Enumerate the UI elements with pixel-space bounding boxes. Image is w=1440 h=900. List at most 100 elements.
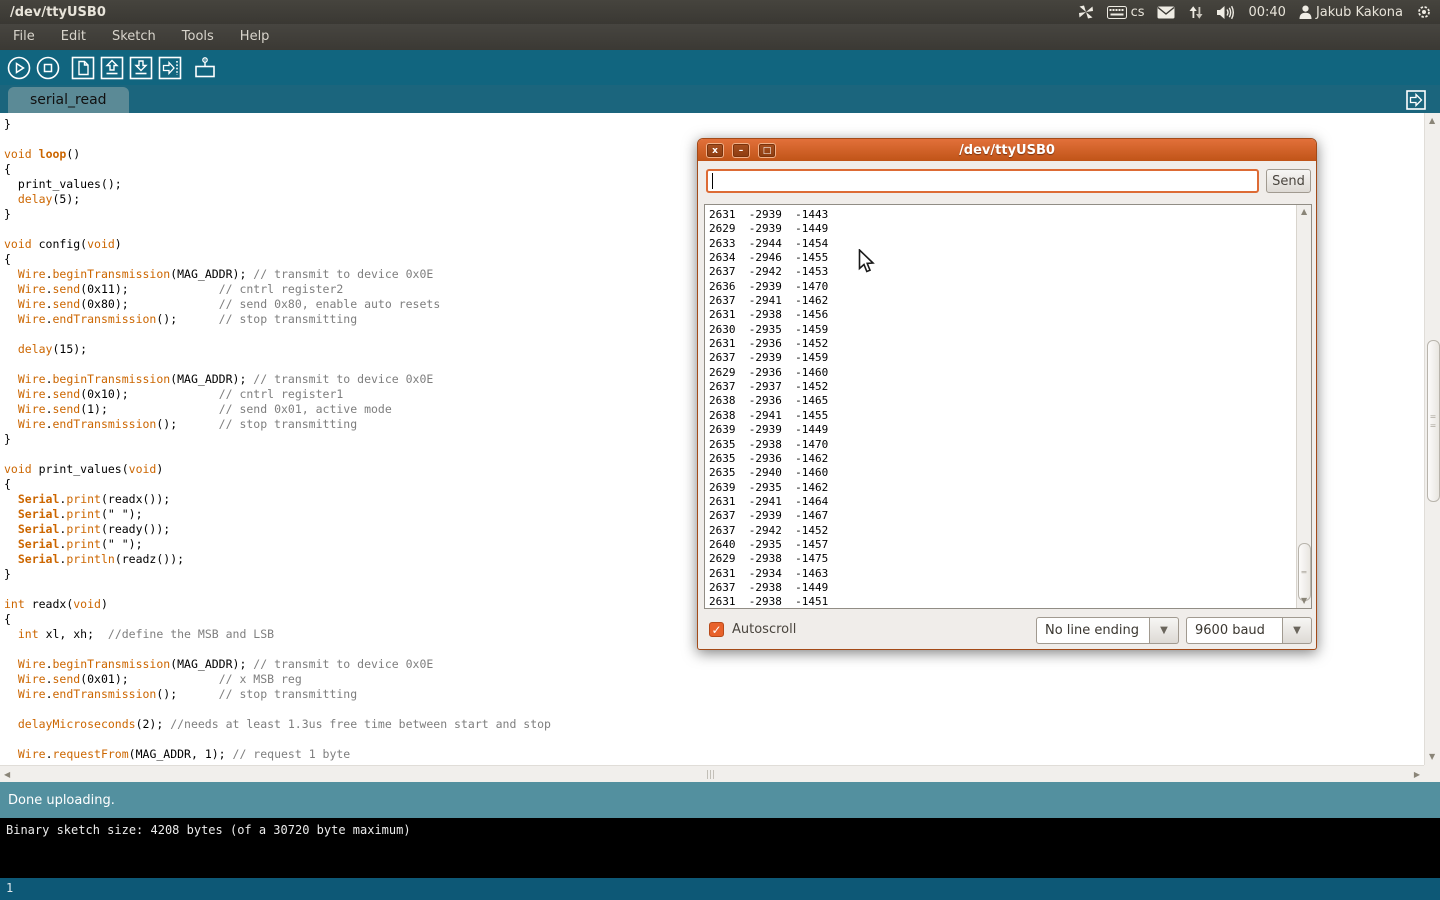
serial-monitor-window: x – □ /dev/ttyUSB0 Send 2631 -2939 -1443… — [697, 138, 1317, 650]
serial-line: 2637 -2942 -1453 — [709, 265, 828, 279]
window-title: /dev/ttyUSB0 — [0, 5, 106, 20]
serial-line: 2638 -2941 -1455 — [709, 409, 828, 423]
serial-line: 2639 -2939 -1449 — [709, 423, 828, 437]
line-number-strip: 1 — [0, 878, 1440, 900]
code-line: delayMicroseconds(2); //needs at least 1… — [4, 717, 1424, 732]
save-button[interactable] — [127, 54, 155, 82]
system-tray: cs 00:40 Jakub Kakona — [1078, 4, 1440, 20]
scroll-up-arrow-icon[interactable]: ▲ — [1301, 208, 1307, 216]
open-button[interactable] — [98, 54, 126, 82]
send-button[interactable]: Send — [1266, 169, 1311, 193]
text-caret — [712, 173, 713, 189]
chevron-down-icon[interactable]: ▼ — [1150, 617, 1179, 644]
keyboard-icon — [1107, 6, 1127, 19]
serial-line: 2640 -2935 -1457 — [709, 538, 828, 552]
tab-menu-arrow-icon[interactable] — [1406, 90, 1426, 110]
scroll-right-arrow-icon[interactable]: ▶ — [1414, 771, 1420, 779]
verify-icon — [6, 55, 32, 81]
upload-icon — [158, 56, 182, 80]
editor-horizontal-scrollbar[interactable]: ◀ ||| ▶ — [0, 765, 1424, 782]
stop-icon — [35, 55, 61, 81]
verify-button[interactable] — [5, 54, 33, 82]
serial-line: 2637 -2937 -1452 — [709, 380, 828, 394]
scroll-left-arrow-icon[interactable]: ◀ — [4, 771, 10, 779]
menu-help[interactable]: Help — [227, 24, 283, 50]
serial-line: 2631 -2939 -1443 — [709, 208, 828, 222]
clock[interactable]: 00:40 — [1248, 5, 1285, 20]
keyboard-layout[interactable]: cs — [1107, 5, 1145, 20]
maximize-icon[interactable]: □ — [758, 143, 776, 158]
open-icon — [100, 56, 124, 80]
scroll-down-arrow-icon[interactable]: ▼ — [1429, 753, 1435, 761]
serial-line: 2631 -2938 -1456 — [709, 308, 828, 322]
upload-button[interactable] — [156, 54, 184, 82]
minimize-icon[interactable]: – — [732, 143, 750, 158]
serial-line: 2639 -2935 -1462 — [709, 481, 828, 495]
editor-vertical-scrollbar[interactable]: ▲ = = ▼ — [1424, 113, 1440, 765]
menu-edit[interactable]: Edit — [48, 24, 99, 50]
toolbar — [0, 50, 1440, 85]
line-ending-value[interactable]: No line ending — [1036, 617, 1150, 644]
serial-line: 2635 -2936 -1462 — [709, 452, 828, 466]
code-line: } — [4, 117, 1424, 132]
console-text: Binary sketch size: 4208 bytes (of a 307… — [6, 823, 411, 837]
mail-icon[interactable] — [1157, 6, 1175, 19]
code-line: Wire.send(0x01); // x MSB reg — [4, 672, 1424, 687]
send-button-label: Send — [1272, 174, 1305, 189]
serial-line: 2631 -2938 -1451 — [709, 595, 828, 609]
menu-file[interactable]: File — [0, 24, 48, 50]
serial-line: 2638 -2936 -1465 — [709, 394, 828, 408]
horizontal-scrollbar-grip[interactable]: ||| — [706, 770, 715, 780]
system-panel: /dev/ttyUSB0 cs 00:40 Jakub Kakona — [0, 0, 1440, 24]
tab-serial-read[interactable]: serial_read — [8, 87, 129, 113]
serial-line: 2629 -2938 -1475 — [709, 552, 828, 566]
serial-line: 2636 -2939 -1470 — [709, 280, 828, 294]
code-line: Wire.requestFrom(MAG_ADDR, 1); // reques… — [4, 747, 1424, 762]
scroll-down-arrow-icon[interactable]: ▼ — [1301, 597, 1307, 605]
updown-arrows-icon[interactable] — [1188, 5, 1203, 20]
menu-sketch[interactable]: Sketch — [99, 24, 169, 50]
code-line — [4, 732, 1424, 747]
user-icon — [1299, 5, 1312, 19]
serial-input-field[interactable] — [706, 169, 1259, 193]
pinwheel-icon[interactable] — [1078, 4, 1094, 20]
build-console: Binary sketch size: 4208 bytes (of a 307… — [0, 818, 1440, 878]
serial-output-area[interactable]: 2631 -2939 -14432629 -2939 -14492633 -29… — [704, 204, 1312, 609]
autoscroll-checkbox[interactable]: ✓ — [709, 622, 724, 637]
save-icon — [129, 56, 153, 80]
user-menu[interactable]: Jakub Kakona — [1299, 5, 1403, 20]
tab-label: serial_read — [30, 92, 107, 108]
power-icon[interactable] — [1416, 4, 1432, 20]
close-icon[interactable]: x — [706, 143, 724, 158]
serial-line: 2637 -2939 -1467 — [709, 509, 828, 523]
serial-monitor-titlebar[interactable]: x – □ /dev/ttyUSB0 — [698, 139, 1316, 161]
baud-rate-dropdown[interactable]: 9600 baud ▼ — [1186, 617, 1312, 644]
chevron-down-icon[interactable]: ▼ — [1283, 617, 1312, 644]
volume-icon[interactable] — [1216, 5, 1235, 20]
serial-monitor-controls: ✓ Autoscroll No line ending ▼ 9600 baud … — [698, 617, 1316, 644]
stop-button[interactable] — [34, 54, 62, 82]
new-sketch-button[interactable] — [69, 54, 97, 82]
code-line — [4, 702, 1424, 717]
line-ending-dropdown[interactable]: No line ending ▼ — [1036, 617, 1179, 644]
scroll-up-arrow-icon[interactable]: ▲ — [1429, 117, 1435, 125]
serial-line: 2635 -2938 -1470 — [709, 438, 828, 452]
screen: /dev/ttyUSB0 cs 00:40 Jakub Kakona — [0, 0, 1440, 900]
serial-monitor-button[interactable] — [191, 54, 219, 82]
serial-output-lines: 2631 -2939 -14432629 -2939 -14492633 -29… — [709, 208, 828, 609]
serial-line: 2631 -2936 -1452 — [709, 337, 828, 351]
serial-line: 2637 -2941 -1462 — [709, 294, 828, 308]
serial-monitor-icon — [192, 55, 218, 81]
serial-line: 2637 -2942 -1452 — [709, 524, 828, 538]
tabbar: serial_read — [0, 85, 1440, 113]
line-number: 1 — [6, 881, 13, 895]
autoscroll-label: Autoscroll — [732, 622, 796, 637]
serial-output-scrollbar[interactable]: ▲ = ▼ — [1296, 205, 1311, 608]
baud-rate-value[interactable]: 9600 baud — [1186, 617, 1283, 644]
serial-line: 2631 -2941 -1464 — [709, 495, 828, 509]
editor-vertical-scrollbar-thumb[interactable]: = = — [1427, 340, 1440, 502]
serial-line: 2630 -2935 -1459 — [709, 323, 828, 337]
mouse-cursor — [858, 249, 876, 279]
menu-tools[interactable]: Tools — [169, 24, 227, 50]
serial-output-scrollbar-thumb[interactable]: = — [1298, 543, 1311, 601]
